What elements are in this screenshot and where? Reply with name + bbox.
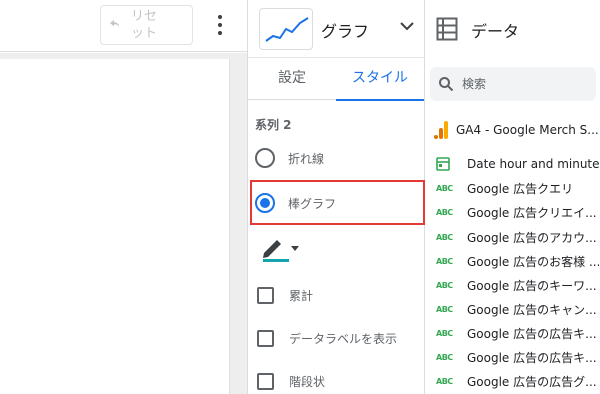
data-source-label: GA4 - Google Merch S... [456, 123, 599, 137]
text-type-icon: ABC [436, 280, 453, 290]
top-toolbar: リセット [0, 0, 247, 52]
checkbox-steps-label: 階段状 [289, 374, 326, 389]
field-item[interactable]: ABC Google 広告クエリ [436, 176, 600, 200]
report-canvas-area: リセット [0, 0, 247, 394]
data-panel-header: データ [426, 0, 600, 58]
field-item[interactable]: ABC Google 広告の広告グ... [436, 369, 600, 393]
field-name: Google 広告の広告キ... [467, 350, 597, 365]
field-item[interactable]: ABC Google 広告の広告キ... [436, 321, 600, 345]
field-name: Google 広告のキーワ... [467, 278, 597, 293]
calendar-icon [436, 157, 450, 171]
more-vert-icon[interactable] [213, 10, 227, 40]
series-title: 系列 2 [255, 118, 292, 132]
report-page[interactable] [0, 59, 230, 394]
tab-style-label: スタイル [352, 70, 408, 86]
field-name: Google 広告のアカウ... [467, 230, 597, 245]
search-icon [439, 77, 454, 92]
field-item[interactable]: ABC Google 広告のキャン... [436, 297, 600, 321]
checkbox-data-labels-box[interactable] [257, 329, 274, 347]
tab-style[interactable]: スタイル [336, 58, 424, 101]
table-icon [436, 17, 458, 41]
field-item[interactable]: ABC Google 広告のキーワ... [436, 273, 600, 297]
data-source[interactable]: GA4 - Google Merch S... [434, 118, 600, 142]
field-item[interactable]: ABC Google 広告クリエイ... [436, 200, 600, 224]
field-item[interactable]: ABC Google 広告のアカウ... [436, 225, 600, 249]
checkbox-steps[interactable]: 階段状 [257, 369, 422, 393]
data-panel-title: データ [471, 22, 520, 41]
checkbox-steps-box[interactable] [257, 372, 274, 390]
text-type-icon: ABC [436, 232, 453, 242]
text-type-icon: ABC [436, 183, 453, 193]
properties-panel: グラフ 設定 スタイル 系列 2 折れ線 棒グラフ 累計 データラベルを表示 階… [247, 0, 425, 394]
analytics-icon [434, 121, 448, 139]
field-name: Google 広告のお客様 ... [467, 254, 599, 269]
checkbox-data-labels-label: データラベルを表示 [289, 331, 398, 346]
radio-line[interactable]: 折れ線 [255, 140, 420, 176]
field-name: Google 広告クリエイ... [467, 205, 597, 220]
field-name: Date hour and minute [467, 157, 599, 171]
field-name: Google 広告のキャン... [467, 302, 597, 317]
field-name: Google 広告クエリ [467, 181, 574, 196]
field-item[interactable]: Date hour and minute [436, 152, 600, 176]
chart-type-label: グラフ [321, 22, 370, 41]
radio-bar-label: 棒グラフ [288, 196, 337, 211]
search-box[interactable] [430, 67, 596, 101]
active-tab-indicator [336, 99, 424, 101]
pen-color-icon[interactable] [254, 234, 300, 264]
reset-label: リセット [131, 9, 158, 41]
checkbox-cumulative[interactable]: 累計 [257, 283, 422, 307]
checkbox-cumulative-box[interactable] [257, 286, 274, 304]
radio-line-label: 折れ線 [288, 151, 325, 166]
undo-icon [110, 20, 119, 27]
line-chart-icon [259, 8, 313, 50]
field-item[interactable]: ABC Google 広告のお客様 ... [436, 249, 600, 273]
radio-bar-button[interactable] [255, 193, 275, 213]
text-type-icon: ABC [436, 256, 453, 266]
checkbox-cumulative-label: 累計 [289, 288, 314, 303]
chevron-down-icon[interactable] [399, 20, 415, 32]
field-name: Google 広告の広告グ... [467, 374, 597, 389]
data-panel: データ GA4 - Google Merch S... Date hour an… [426, 0, 600, 394]
text-type-icon: ABC [436, 304, 453, 314]
search-input[interactable] [460, 76, 580, 92]
text-type-icon: ABC [436, 376, 453, 386]
property-tabs: 設定 スタイル [248, 58, 424, 101]
tab-settings[interactable]: 設定 [248, 58, 336, 100]
radio-bar[interactable]: 棒グラフ [255, 185, 420, 221]
text-type-icon: ABC [436, 207, 453, 217]
checkbox-data-labels[interactable]: データラベルを表示 [257, 326, 422, 350]
radio-line-button[interactable] [255, 148, 275, 168]
reset-button[interactable]: リセット [100, 5, 193, 45]
text-type-icon: ABC [436, 352, 453, 362]
chart-type-selector[interactable]: グラフ [248, 0, 424, 58]
field-item[interactable]: ABC Google 広告の広告キ... [436, 345, 600, 369]
text-type-icon: ABC [436, 328, 453, 338]
field-name: Google 広告の広告キ... [467, 326, 597, 341]
